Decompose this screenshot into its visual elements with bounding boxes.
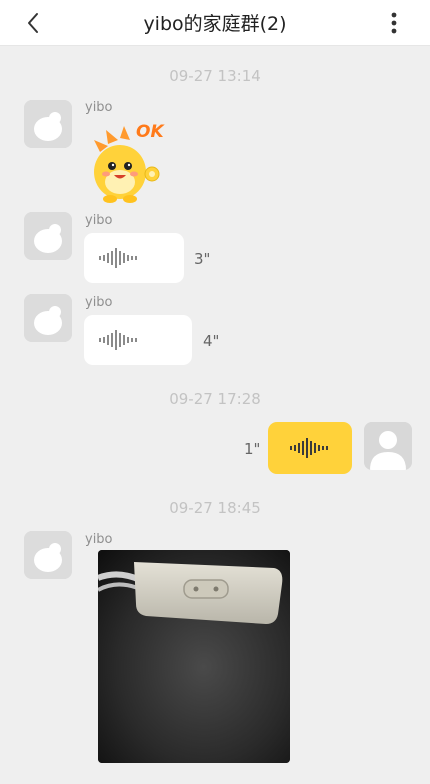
default-avatar-icon — [24, 100, 72, 148]
timestamp: 09-27 17:28 — [169, 390, 261, 408]
vertical-ellipsis-icon — [391, 12, 397, 34]
image-message[interactable] — [98, 550, 290, 763]
voice-waveform-icon — [99, 248, 137, 268]
timestamp: 09-27 13:14 — [169, 67, 261, 85]
photo-charger-image — [98, 550, 290, 763]
voice-waveform-icon — [290, 438, 328, 458]
sender-name: yibo — [85, 100, 113, 115]
chat-header: yibo的家庭群(2) — [0, 0, 430, 46]
more-options-button[interactable] — [386, 8, 402, 38]
voice-message-bubble[interactable] — [84, 315, 192, 365]
default-avatar-icon — [24, 212, 72, 260]
voice-waveform-icon — [99, 330, 137, 350]
default-avatar-icon — [24, 531, 72, 579]
own-avatar[interactable] — [364, 422, 412, 470]
back-button[interactable] — [18, 8, 48, 38]
sender-name: yibo — [85, 532, 113, 547]
voice-duration: 3" — [194, 250, 211, 268]
user-silhouette-icon — [364, 422, 412, 470]
avatar[interactable] — [24, 100, 72, 148]
sender-name: yibo — [85, 213, 113, 228]
sticker-ok-text: OK — [136, 122, 164, 142]
chat-title: yibo的家庭群(2) — [143, 13, 287, 35]
avatar[interactable] — [24, 212, 72, 260]
timestamp: 09-27 18:45 — [169, 499, 261, 517]
voice-duration: 1" — [244, 440, 261, 458]
sender-name: yibo — [85, 295, 113, 310]
avatar[interactable] — [24, 531, 72, 579]
voice-duration: 4" — [203, 332, 220, 350]
avatar[interactable] — [24, 294, 72, 342]
voice-message-bubble[interactable] — [84, 233, 184, 283]
chevron-left-icon — [28, 13, 38, 33]
sticker-message[interactable]: OK — [86, 122, 168, 204]
own-voice-message-bubble[interactable] — [268, 422, 352, 474]
default-avatar-icon — [24, 294, 72, 342]
chat-screen: yibo的家庭群(2) 09-27 13:14 yibo OK yibo 3" … — [0, 0, 430, 784]
